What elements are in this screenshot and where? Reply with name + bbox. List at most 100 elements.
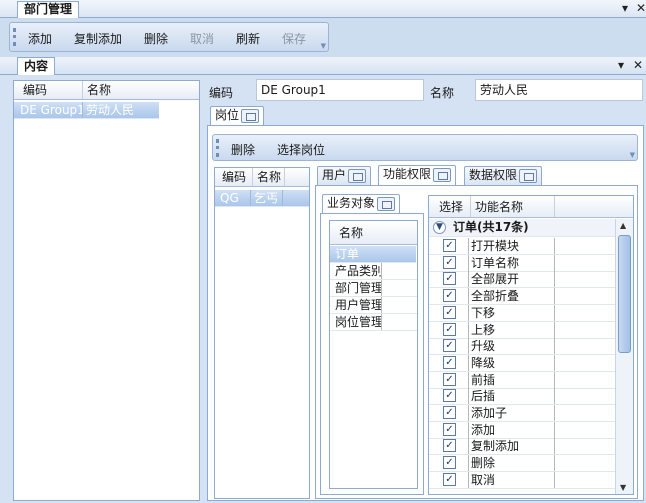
list-item[interactable]: 用户管理 [330,297,417,314]
checkbox[interactable]: ✓ [443,305,456,319]
tab-menu-icon[interactable] [241,108,260,123]
tab-menu-icon[interactable] [433,167,452,182]
checkbox[interactable]: ✓ [443,389,456,403]
empty-cell [555,388,617,404]
checkbox[interactable]: ✓ [443,339,456,353]
tab-data-permissions[interactable]: 数据权限 [464,166,543,185]
add-button[interactable]: 添加 [28,30,52,47]
position-delete-button[interactable]: 删除 [231,141,255,158]
empty-cell [555,455,617,471]
panel-pin-icon[interactable]: ▾ [618,58,624,72]
list-item[interactable]: 订单 [330,246,416,263]
position-toolbar-grip-icon[interactable] [216,139,219,157]
select-cell: ✓ [429,388,469,405]
select-position-button[interactable]: 选择岗位 [277,141,325,158]
select-cell: ✓ [429,338,469,355]
table-row[interactable]: ✓ 前插 [429,371,617,389]
cancel-button[interactable]: 取消 [190,30,214,47]
save-button[interactable]: 保存 [282,30,306,47]
list-item[interactable]: 产品类别 [330,263,417,280]
checkbox[interactable]: ✓ [443,272,456,286]
checkbox[interactable]: ✓ [443,355,456,369]
checkbox[interactable]: ✓ [443,322,456,336]
content-panel-tab[interactable]: 内容 [17,57,56,75]
row-name: 乞丐 [251,190,283,206]
business-object-name: 部门管理 [332,280,382,296]
table-row[interactable]: ✓ 复制添加 [429,438,617,456]
chevron-down-icon[interactable]: ▼ [433,221,446,234]
checkbox[interactable]: ✓ [443,422,456,436]
column-header-select[interactable]: 选择 [435,196,471,217]
column-header-code[interactable]: 编码 [218,168,253,186]
business-object-name: 岗位管理 [332,314,382,330]
scrollbar-thumb[interactable] [618,235,631,353]
table-row[interactable]: ✓ 删除 [429,455,617,473]
tab-menu-icon[interactable] [519,168,538,183]
checkbox[interactable]: ✓ [443,456,456,470]
checkbox[interactable]: ✓ [443,239,456,252]
checkbox[interactable]: ✓ [443,372,456,386]
tab-position[interactable]: 岗位 [210,106,265,126]
table-row[interactable]: ✓ 取消 [429,471,617,489]
tab-menu-icon[interactable] [377,196,396,211]
table-row[interactable]: ✓ 全部折叠 [429,288,617,306]
table-row[interactable]: QG 乞丐 [215,190,309,207]
content-panel-header [0,57,646,75]
column-header-name[interactable]: 名称 [253,168,285,186]
vertical-scrollbar[interactable]: ▲ ▼ [615,219,633,494]
table-row[interactable]: ✓ 打开模块 [429,238,617,255]
list-item[interactable]: 部门管理 [330,280,417,297]
panel-close-icon[interactable]: ✕ [633,58,643,72]
refresh-button[interactable]: 刷新 [236,30,260,47]
function-name: 下移 [469,304,555,321]
table-row[interactable]: ✓ 全部展开 [429,271,617,289]
name-field[interactable]: 劳动人民 [475,79,643,101]
tab-menu-icon[interactable] [348,168,367,183]
column-header-name[interactable]: 名称 [83,81,199,99]
table-row[interactable]: ✓ 订单名称 [429,254,617,272]
tab-business-object[interactable]: 业务对象 [322,194,401,214]
tab-users[interactable]: 用户 [317,166,372,185]
pin-icon[interactable]: ▾ [622,1,628,15]
column-header-function-name[interactable]: 功能名称 [471,196,555,217]
table-row[interactable]: ✓ 添加子 [429,405,617,422]
tab-position-label: 岗位 [215,108,240,122]
checkbox[interactable]: ✓ [443,472,456,486]
table-row[interactable]: ✓ 下移 [429,304,617,322]
toolbar-overflow-icon[interactable]: ▼ [321,42,326,50]
empty-cell [555,305,617,321]
table-row[interactable]: ✓ 后插 [429,388,617,406]
position-toolbar-overflow-icon[interactable]: ▼ [630,151,635,159]
close-icon[interactable]: ✕ [636,1,646,15]
group-label: 订单(共17条) [453,220,529,234]
delete-button[interactable]: 删除 [144,30,168,47]
table-row[interactable]: ✓ 升级 [429,338,617,356]
select-cell: ✓ [429,371,469,388]
toolbar-grip-icon[interactable] [13,28,16,46]
table-row[interactable]: DE Group1 劳动人民 [14,102,159,119]
code-field[interactable]: DE Group1 [256,79,424,101]
list-item[interactable]: 岗位管理 [330,314,417,331]
business-object-name: 产品类别 [332,263,382,279]
empty-cell [555,238,617,254]
column-header-code[interactable]: 编码 [19,81,83,99]
table-row[interactable]: ✓ 上移 [429,321,617,339]
group-row[interactable]: ▼ 订单(共17条) [429,219,615,237]
business-grid-header: 名称 [330,221,417,245]
row-code: DE Group1 [17,102,83,118]
tab-function-permissions[interactable]: 功能权限 [378,165,457,185]
department-grid: 编码 名称 DE Group1 劳动人民 [13,80,200,501]
checkbox[interactable]: ✓ [443,289,456,303]
checkbox[interactable]: ✓ [443,255,456,269]
document-tab[interactable]: 部门管理 [17,1,80,18]
copy-add-button[interactable]: 复制添加 [74,30,122,47]
business-object-name: 用户管理 [332,297,382,313]
scroll-down-icon[interactable]: ▼ [620,483,626,492]
select-cell: ✓ [429,271,469,288]
column-header-name[interactable]: 名称 [335,221,417,244]
checkbox[interactable]: ✓ [443,439,456,453]
table-row[interactable]: ✓ 降级 [429,354,617,372]
scroll-up-icon[interactable]: ▲ [620,221,626,230]
table-row[interactable]: ✓ 添加 [429,421,617,439]
checkbox[interactable]: ✓ [443,406,456,419]
